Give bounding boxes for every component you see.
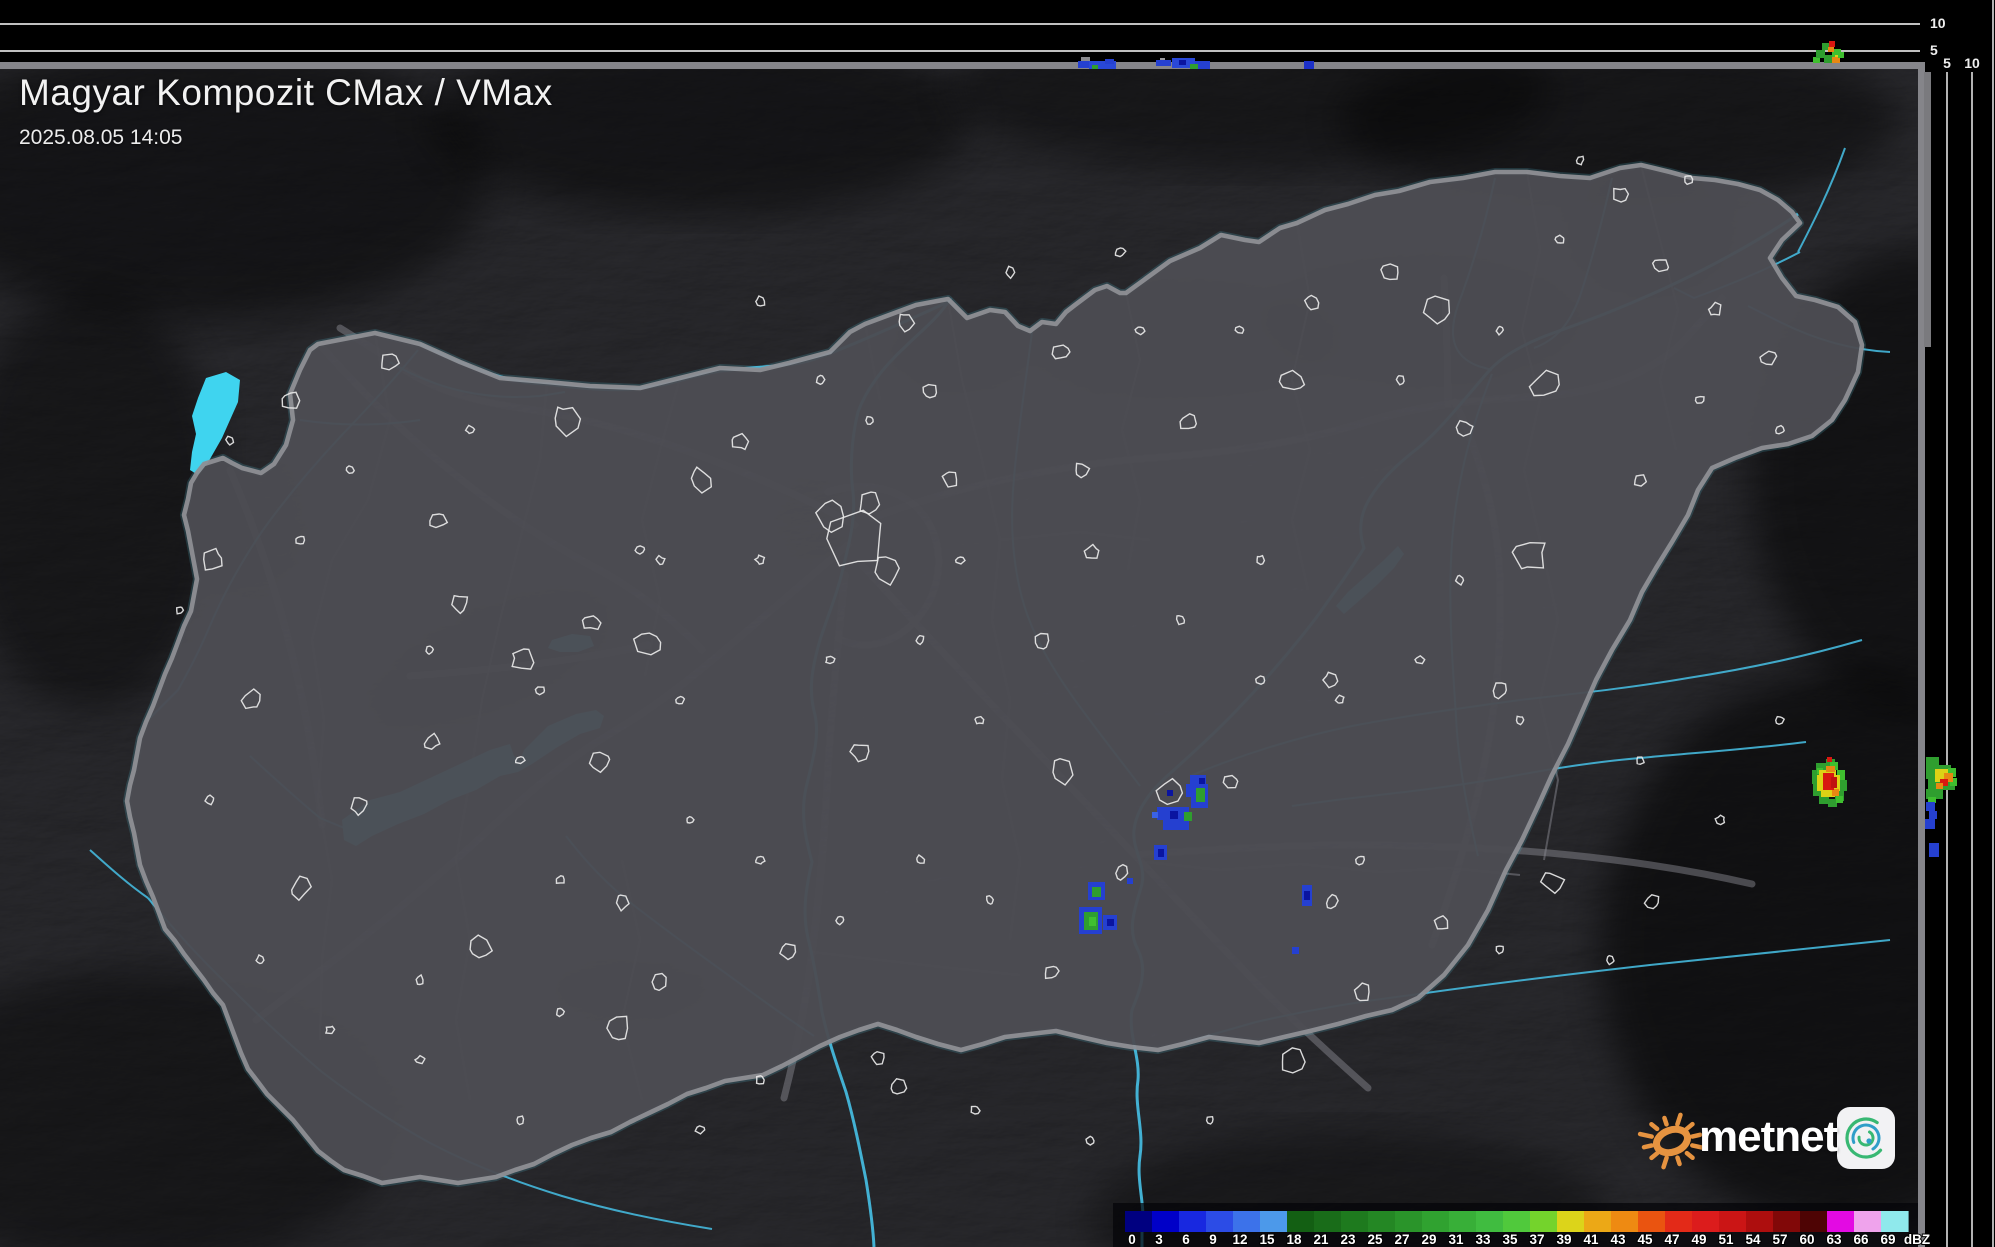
svg-text:33: 33 bbox=[1475, 1232, 1491, 1247]
svg-text:29: 29 bbox=[1421, 1232, 1436, 1247]
svg-text:dBZ: dBZ bbox=[1904, 1232, 1930, 1247]
map-frame-right-thick-segment bbox=[1924, 72, 1931, 347]
svg-text:35: 35 bbox=[1502, 1232, 1518, 1247]
map-frame-top bbox=[0, 62, 1924, 69]
radar-composite-page: 10 5 5 10 0 3 6 9 12 15 18 21 23 25 27 29 31 33 35 37 39… bbox=[0, 0, 1995, 1247]
svg-text:15: 15 bbox=[1259, 1232, 1275, 1247]
svg-text:47: 47 bbox=[1664, 1232, 1679, 1247]
svg-text:69: 69 bbox=[1880, 1232, 1895, 1247]
svg-text:43: 43 bbox=[1610, 1232, 1626, 1247]
svg-text:54: 54 bbox=[1745, 1232, 1761, 1247]
svg-text:45: 45 bbox=[1637, 1232, 1653, 1247]
svg-text:41: 41 bbox=[1583, 1232, 1599, 1247]
svg-text:18: 18 bbox=[1286, 1232, 1302, 1247]
right-axis-label-10: 10 bbox=[1964, 55, 1980, 71]
top-axis-label-10: 10 bbox=[1930, 15, 1946, 31]
map-area bbox=[0, 68, 1918, 1247]
svg-text:37: 37 bbox=[1529, 1232, 1544, 1247]
svg-text:23: 23 bbox=[1340, 1232, 1356, 1247]
top-axis-label-5: 5 bbox=[1930, 42, 1938, 58]
metnet-app-icon bbox=[1837, 1107, 1895, 1169]
svg-text:60: 60 bbox=[1799, 1232, 1814, 1247]
svg-text:6: 6 bbox=[1182, 1232, 1190, 1247]
svg-text:21: 21 bbox=[1313, 1232, 1329, 1247]
legend-color-scale bbox=[1125, 1211, 1909, 1232]
svg-text:39: 39 bbox=[1556, 1232, 1571, 1247]
svg-text:51: 51 bbox=[1718, 1232, 1734, 1247]
svg-text:63: 63 bbox=[1826, 1232, 1842, 1247]
map-frame-right bbox=[1918, 62, 1925, 1247]
svg-text:25: 25 bbox=[1367, 1232, 1383, 1247]
svg-text:12: 12 bbox=[1232, 1232, 1247, 1247]
svg-text:0: 0 bbox=[1128, 1232, 1136, 1247]
map-canvas[interactable]: 10 5 5 10 0 3 6 9 12 15 18 21 23 25 27 29 31 33 35 37 39… bbox=[0, 0, 1995, 1247]
svg-text:9: 9 bbox=[1209, 1232, 1217, 1247]
svg-text:27: 27 bbox=[1394, 1232, 1409, 1247]
right-axis-label-5: 5 bbox=[1943, 55, 1951, 71]
timestamp: 2025.08.05 14:05 bbox=[19, 126, 183, 149]
page-title: Magyar Kompozit CMax / VMax bbox=[19, 72, 553, 113]
svg-text:3: 3 bbox=[1155, 1232, 1163, 1247]
svg-text:49: 49 bbox=[1691, 1232, 1706, 1247]
top-profile-panel bbox=[0, 0, 1924, 62]
metnet-logo-text: metnet bbox=[1699, 1112, 1838, 1161]
svg-text:31: 31 bbox=[1448, 1232, 1464, 1247]
title-block: Magyar Kompozit CMax / VMax 2025.08.05 1… bbox=[19, 72, 553, 150]
svg-text:57: 57 bbox=[1772, 1232, 1787, 1247]
svg-text:66: 66 bbox=[1853, 1232, 1869, 1247]
dbz-legend: 0 3 6 9 12 15 18 21 23 25 27 29 31 33 35 37 39 41 43 45 47 49… bbox=[1113, 1203, 1931, 1247]
